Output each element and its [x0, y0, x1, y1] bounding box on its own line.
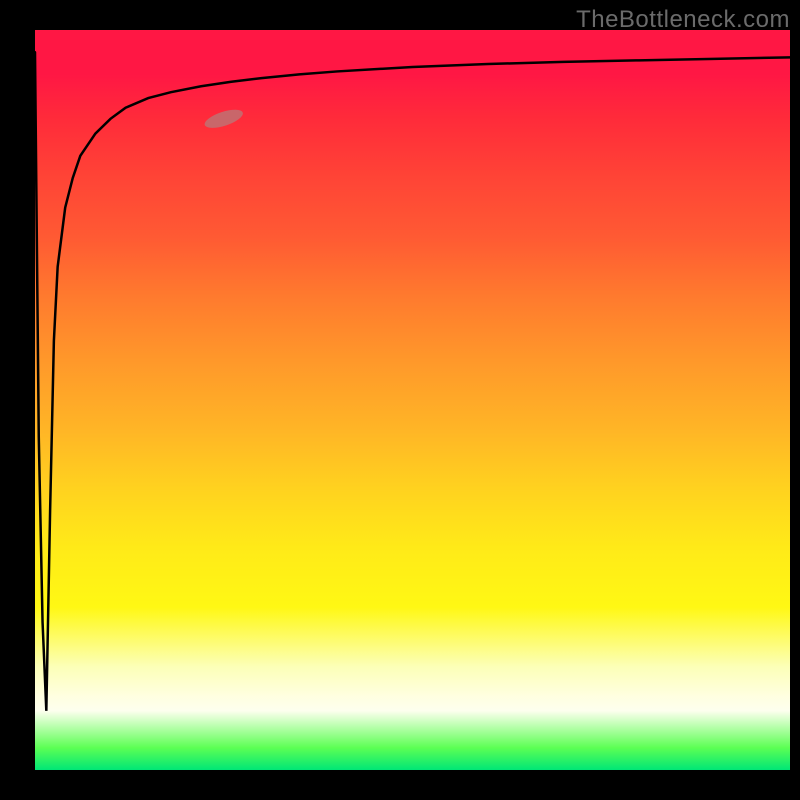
curve-highlight-marker [203, 106, 245, 132]
bottleneck-curve [35, 52, 790, 711]
chart-stage: TheBottleneck.com [0, 0, 800, 800]
curve-svg [35, 30, 790, 770]
